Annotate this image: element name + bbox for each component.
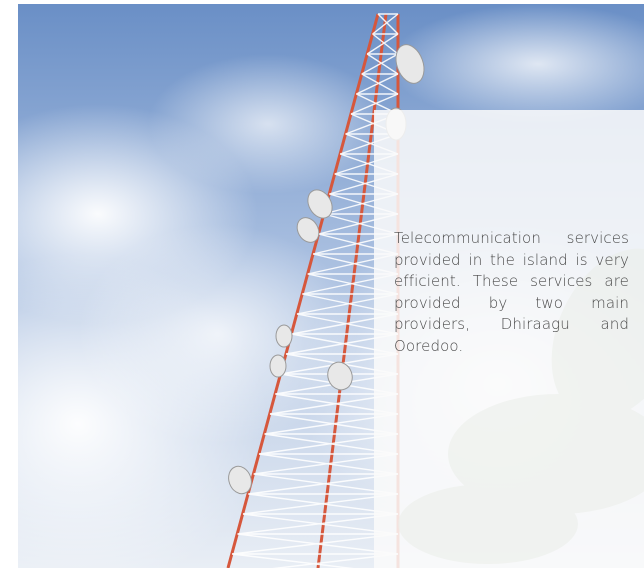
caption-text: Telecommunication services provided in t… [394,229,629,355]
